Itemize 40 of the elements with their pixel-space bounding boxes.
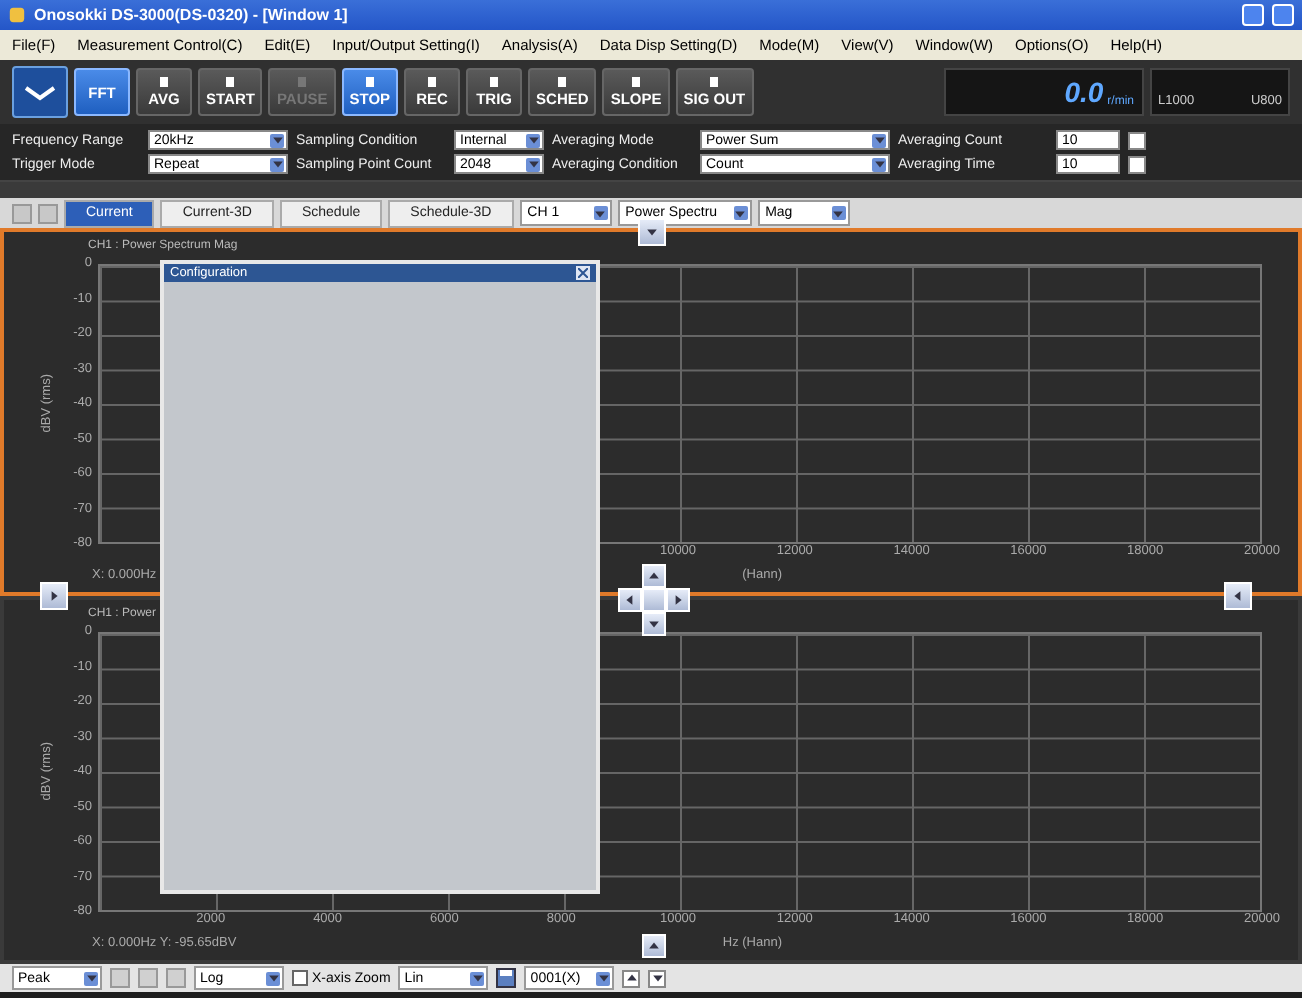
triangle-icon [594,207,607,219]
square-icon [706,76,723,88]
pan-button[interactable] [1224,582,1252,610]
logo-icon [12,66,68,118]
triangle-icon [597,972,610,984]
window-title: Onosokki DS-3000(DS-0320) - [Window 1] [34,6,350,24]
triangle-icon [48,590,60,602]
minimize-button[interactable] [1242,4,1264,26]
square-icon [424,76,441,88]
checkbox[interactable] [1128,131,1146,149]
triangle-icon [832,207,845,219]
square-icon [554,76,571,88]
checkbox[interactable] [292,970,308,986]
close-button[interactable] [576,266,590,280]
maximize-button[interactable] [1272,4,1294,26]
triangle-icon [267,972,279,984]
square-icon [222,76,239,88]
triangle-icon [471,972,484,984]
triangle-icon [646,226,658,238]
pan-button[interactable] [642,564,666,588]
triangle-icon [734,207,747,219]
up-button[interactable] [622,969,641,987]
square-icon [156,76,172,88]
triangle-icon [85,972,97,984]
pan-button[interactable] [666,588,690,612]
triangle-icon [648,940,660,952]
square-icon [628,76,645,88]
square-icon [294,76,311,88]
pan-button[interactable] [642,934,666,958]
app-icon [8,6,26,24]
pan-button[interactable] [40,582,68,610]
save-icon[interactable] [496,968,517,988]
square-icon [486,76,503,88]
pan-button[interactable] [618,588,642,612]
checkbox[interactable] [1128,155,1146,173]
square-icon [361,76,378,88]
pan-button[interactable] [638,218,666,246]
triangle-icon [1232,590,1244,602]
down-button[interactable] [648,969,667,987]
pan-button[interactable] [642,612,666,636]
